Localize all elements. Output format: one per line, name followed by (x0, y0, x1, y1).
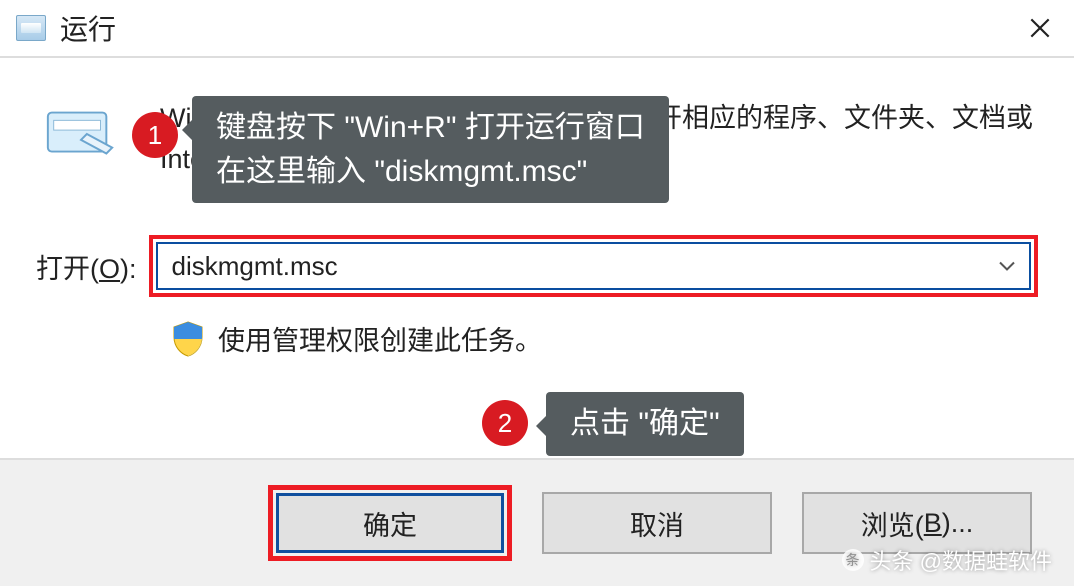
open-input[interactable]: diskmgmt.msc (156, 242, 1031, 290)
watermark-icon: 条 (842, 549, 864, 571)
ok-button[interactable]: 确定 (276, 493, 504, 553)
titlebar: 运行 (0, 0, 1074, 58)
run-dialog-icon (42, 104, 120, 164)
open-input-value: diskmgmt.msc (172, 251, 338, 282)
annotation-callout-1: 键盘按下 "Win+R" 打开运行窗口 在这里输入 "diskmgmt.msc" (192, 96, 669, 203)
ok-button-highlight: 确定 (268, 485, 512, 561)
window-title: 运行 (60, 8, 116, 48)
chevron-down-icon[interactable] (999, 256, 1015, 277)
run-title-icon (16, 15, 46, 41)
admin-privilege-note: 使用管理权限创建此任务。 (172, 319, 1038, 358)
watermark: 条 头条 @数据蛙软件 (842, 544, 1052, 576)
close-button[interactable] (1016, 4, 1064, 52)
open-label: 打开(O): (36, 247, 137, 286)
annotation-badge-2: 2 (482, 400, 528, 446)
cancel-button[interactable]: 取消 (542, 492, 772, 554)
annotation-callout-2: 点击 "确定" (546, 392, 744, 456)
open-input-highlight: diskmgmt.msc (149, 235, 1038, 297)
shield-icon (172, 321, 204, 357)
